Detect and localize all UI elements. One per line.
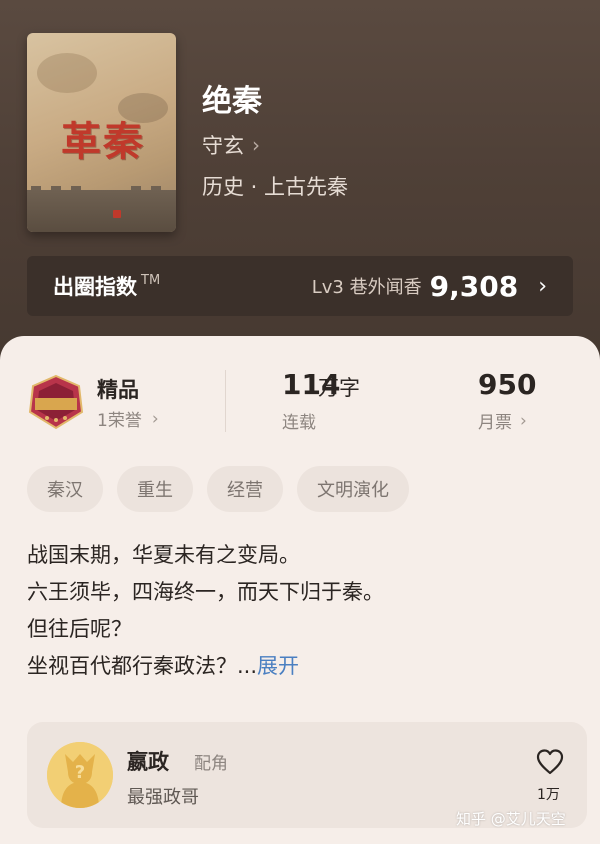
word-count-unit: 万字: [318, 376, 360, 400]
cover-texture: [37, 53, 97, 93]
index-score: 9,308: [429, 269, 519, 303]
index-label: 出圈指数: [53, 275, 137, 299]
popularity-index-bar[interactable]: 出圈指数 TM Lv3 巷外闻香 9,308 ›: [27, 256, 573, 316]
cover-publisher-logo: [113, 210, 121, 218]
author-link[interactable]: 守玄 ›: [202, 130, 260, 160]
trademark-mark: TM: [141, 272, 161, 288]
character-avatar: ?: [47, 742, 113, 808]
index-level: Lv3 巷外闻香: [311, 277, 422, 298]
tag-chip[interactable]: 文明演化: [297, 466, 409, 512]
serial-status: 连载: [282, 413, 316, 433]
cover-title-art: 革秦: [61, 118, 145, 165]
tag-chip[interactable]: 秦汉: [27, 466, 103, 512]
chevron-right-icon: ›: [151, 408, 159, 429]
description-line: 战国末期，华夏未有之变局。: [27, 543, 300, 567]
divider: [225, 370, 226, 432]
heart-icon[interactable]: [535, 748, 565, 776]
monthly-ticket-count: 950: [478, 368, 537, 401]
watermark: 知乎 @艾儿天空: [456, 810, 566, 828]
quality-badge-icon[interactable]: [27, 374, 85, 430]
book-cover[interactable]: 革秦: [27, 33, 176, 232]
chevron-right-icon: ›: [538, 273, 547, 299]
expand-link[interactable]: 展开: [257, 654, 299, 678]
monthly-ticket-label: 月票: [478, 413, 512, 433]
tag-list: 秦汉 重生 经营 文明演化: [27, 466, 409, 512]
author-name: 守玄: [202, 134, 244, 158]
chevron-right-icon: ›: [252, 133, 260, 157]
description-line: 六王须毕，四海终一，而天下归于秦。: [27, 580, 384, 604]
cover-city-wall: [27, 190, 176, 232]
tag-chip[interactable]: 经营: [207, 466, 283, 512]
description-text: 坐视百代都行秦政法？...: [27, 654, 258, 678]
tag-chip[interactable]: 重生: [117, 466, 193, 512]
like-count: 1万: [537, 787, 560, 803]
book-genre: 历史 · 上古先秦: [202, 175, 349, 199]
honor-count: 1荣誉: [97, 411, 142, 431]
monthly-ticket-link[interactable]: 月票 ›: [478, 408, 527, 434]
quality-label: 精品: [97, 378, 139, 402]
chevron-right-icon: ›: [520, 410, 527, 431]
honor-link[interactable]: 1荣誉 ›: [97, 406, 159, 432]
svg-text:?: ?: [75, 762, 85, 783]
book-description: 战国末期，华夏未有之变局。 六王须毕，四海终一，而天下归于秦。 但往后呢？ 坐视…: [27, 537, 573, 685]
character-name: 嬴政: [127, 750, 169, 774]
book-header: 革秦 绝秦 守玄 › 历史 · 上古先秦 出圈指数 TM Lv3 巷外闻香 9,…: [0, 0, 600, 380]
description-line: 但往后呢？: [27, 617, 132, 641]
book-title: 绝秦: [202, 84, 262, 119]
character-description: 最强政哥: [127, 787, 199, 808]
description-line-last: 坐视百代都行秦政法？...展开: [27, 648, 573, 685]
character-role-type: 配角: [194, 754, 228, 774]
